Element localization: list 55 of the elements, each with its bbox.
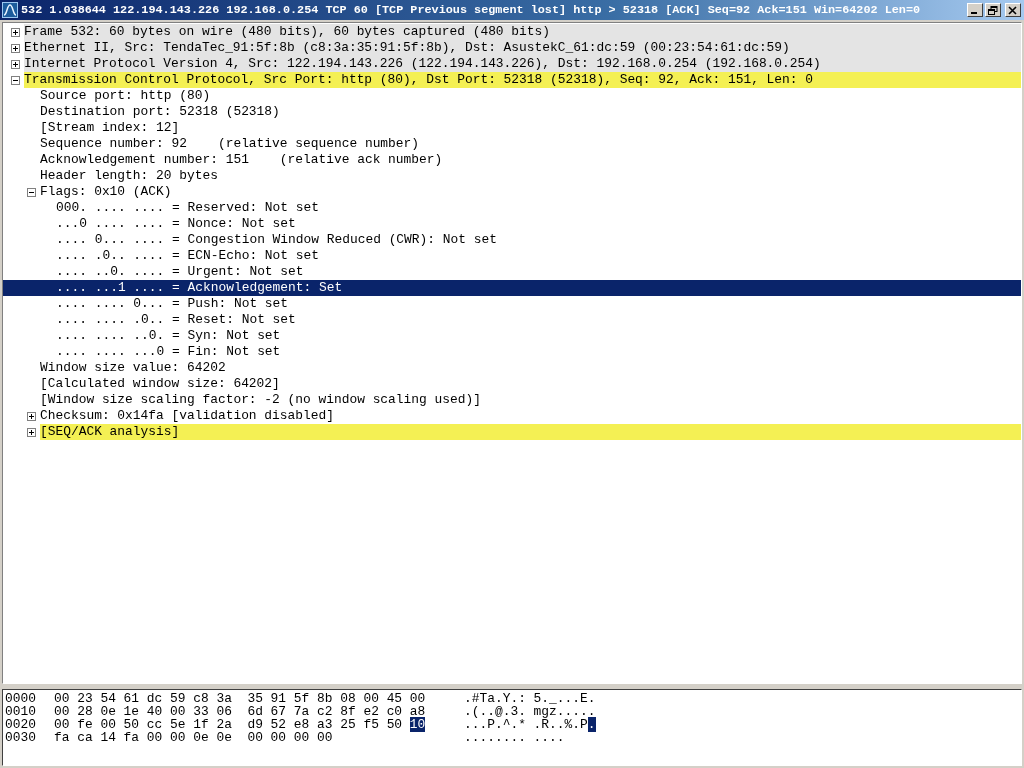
tree-item[interactable]: .... ..0. .... = Urgent: Not set: [3, 264, 1021, 280]
tree-item[interactable]: Sequence number: 92 (relative sequence number): [3, 136, 1021, 152]
tree-item[interactable]: Flags: 0x10 (ACK): [40, 184, 1021, 200]
tree-item[interactable]: .... 0... .... = Congestion Window Reduced (CWR): Not set: [3, 232, 1021, 248]
tree-item[interactable]: 000. .... .... = Reserved: Not set: [3, 200, 1021, 216]
tree-item[interactable]: .... .... ..0. = Syn: Not set: [3, 328, 1021, 344]
maximize-button[interactable]: [985, 3, 1001, 17]
tree-item[interactable]: .... ...1 .... = Acknowledgement: Set: [3, 280, 1021, 296]
close-icon: [1008, 5, 1018, 15]
expand-icon[interactable]: [10, 43, 20, 53]
hex-bytes: fa ca 14 fa 00 00 0e 0e 00 00 00 00: [54, 730, 333, 745]
hex-bytes: 00 28 0e 1e 40 00 33 06 6d 67 7a c2 8f e2 c0 a8: [54, 704, 426, 719]
tree-item[interactable]: .... .... ...0 = Fin: Not set: [3, 344, 1021, 360]
offset-text: 0020: [4, 717, 37, 730]
ascii-text: .(..@.3. mgz.....: [464, 704, 596, 719]
selected-byte[interactable]: 10: [409, 717, 426, 732]
tree-item[interactable]: .... .... .0.. = Reset: Not set: [3, 312, 1021, 328]
tree-item[interactable]: [Stream index: 12]: [3, 120, 1021, 136]
window-title: 532 1.038644 122.194.143.226 192.168.0.254 TCP 60 [TCP Previous segment lost] http > 52318 [ACK] Seq=92 Ack=151 Win=64202 Len=0: [20, 3, 922, 17]
ascii-text: ...P.^.* .R..%.P: [464, 717, 588, 732]
ascii-text: ........ ....: [464, 730, 565, 745]
tree-item[interactable]: ...0 .... .... = Nonce: Not set: [3, 216, 1021, 232]
ascii-text: .#Ta.Y.: 5._...E.: [464, 691, 596, 706]
tree-item[interactable]: .... .... 0... = Push: Not set: [3, 296, 1021, 312]
tree-item[interactable]: Ethernet II, Src: TendaTec_91:5f:8b (c8:3a:35:91:5f:8b), Dst: AsustekC_61:dc:59 (00:23:54:61:dc:59): [24, 40, 1021, 56]
tree-item[interactable]: [Calculated window size: 64202]: [3, 376, 1021, 392]
tree-item[interactable]: Checksum: 0x14fa [validation disabled]: [40, 408, 1021, 424]
tree-item[interactable]: Header length: 20 bytes: [3, 168, 1021, 184]
minimize-button[interactable]: [967, 3, 983, 17]
tree-item[interactable]: Acknowledgement number: 151 (relative ack number): [3, 152, 1021, 168]
tree-item[interactable]: Frame 532: 60 bytes on wire (480 bits), 60 bytes captured (480 bits): [24, 24, 1021, 40]
maximize-icon: [988, 5, 998, 15]
expand-icon[interactable]: [10, 27, 20, 37]
offset-text: 0010: [4, 704, 37, 717]
expand-icon[interactable]: [26, 427, 36, 437]
minimize-icon: [971, 12, 977, 14]
app-icon: [2, 2, 18, 18]
close-button[interactable]: [1005, 3, 1021, 17]
collapse-icon[interactable]: [26, 187, 36, 197]
offset-text: 0000: [4, 691, 37, 704]
hex-bytes: 00 fe 00 50 cc 5e 1f 2a d9 52 e8 a3 25 f5 50: [54, 717, 403, 732]
hex-bytes: 00 23 54 61 dc 59 c8 3a 35 91 5f 8b 08 00 45 00: [54, 691, 426, 706]
expand-icon[interactable]: [26, 411, 36, 421]
tree-item[interactable]: .... .0.. .... = ECN-Echo: Not set: [3, 248, 1021, 264]
offset-text: 0030: [4, 730, 37, 743]
tree-item[interactable]: Window size value: 64202: [3, 360, 1021, 376]
expand-icon[interactable]: [10, 59, 20, 69]
selected-char[interactable]: .: [587, 717, 596, 732]
collapse-icon[interactable]: [10, 75, 20, 85]
tree-item[interactable]: Source port: http (80): [3, 88, 1021, 104]
tree-item[interactable]: Transmission Control Protocol, Src Port: http (80), Dst Port: 52318 (52318), Seq: 92, Ack: 151, Len: 0: [24, 72, 1021, 88]
tree-item[interactable]: [SEQ/ACK analysis]: [40, 424, 1021, 440]
tree-item[interactable]: Internet Protocol Version 4, Src: 122.194.143.226 (122.194.143.226), Dst: 192.168.0.254 (192.168.0.254): [24, 56, 1021, 72]
tree-item[interactable]: [Window size scaling factor: -2 (no window scaling used)]: [3, 392, 1021, 408]
tree-item[interactable]: Destination port: 52318 (52318): [3, 104, 1021, 120]
